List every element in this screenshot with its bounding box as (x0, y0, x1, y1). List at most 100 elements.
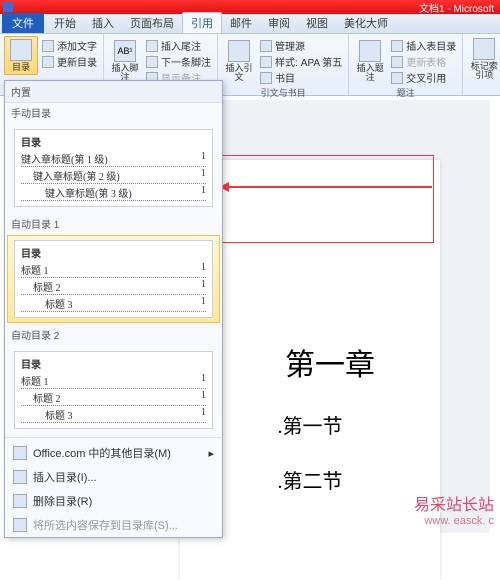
preview-row: 标题 3 (45, 296, 73, 311)
tab-review[interactable]: 审阅 (260, 13, 298, 33)
mark-entry-button[interactable]: 标记索引项 (467, 36, 500, 82)
preview-row: 标题 1 (21, 373, 49, 388)
ribbon-tabs: 文件 开始 插入 页面布局 引用 邮件 审阅 视图 美化大师 (0, 14, 500, 34)
save-icon (13, 518, 27, 532)
toc-option-auto2[interactable]: 目录 标题 1 1 标题 2 1 标题 3 1 (7, 346, 220, 434)
refresh-icon (42, 56, 54, 68)
footnote-ab-icon: AB¹ (114, 40, 136, 62)
preview-heading: 目录 (21, 134, 206, 149)
biblio-icon (260, 72, 272, 84)
next-footnote-button[interactable]: 下一条脚注 (144, 54, 213, 69)
endnote-icon (146, 40, 158, 52)
tab-mailings[interactable]: 邮件 (222, 13, 260, 33)
preview-page: 1 (201, 407, 206, 422)
tab-home[interactable]: 开始 (46, 13, 84, 33)
dropdown-label-auto1: 自动目录 1 (5, 214, 222, 233)
add-text-label: 添加文字 (57, 38, 97, 53)
insert-caption-button[interactable]: 插入题注 (353, 36, 387, 85)
insert-endnote-button[interactable]: 插入尾注 (144, 38, 213, 53)
separator (5, 437, 222, 438)
preview-page: 1 (201, 262, 206, 277)
chapter-heading: 第一章 (285, 340, 375, 384)
style-select[interactable]: 样式:APA 第五 (258, 54, 344, 69)
preview-page: 1 (201, 279, 206, 294)
menu-label: 删除目录(R) (33, 493, 92, 509)
watermark-line1: 易采站长站 (414, 491, 494, 515)
section-1: .第一节 (278, 410, 343, 439)
tab-insert[interactable]: 插入 (84, 13, 122, 33)
watermark-line2: www. easck. c (414, 515, 494, 527)
preview-row: 键入章标题(第 3 级) (45, 185, 132, 200)
update-table-label: 更新表格 (406, 54, 446, 69)
style-prefix: 样式: (275, 54, 298, 69)
tab-view[interactable]: 视图 (298, 13, 336, 33)
insert-citation-button[interactable]: 插入引文 (222, 36, 256, 85)
remove-icon (13, 494, 27, 508)
toc-option-manual[interactable]: 目录 键入章标题(第 1 级)1 键入章标题(第 2 级)1 键入章标题(第 3… (7, 124, 220, 212)
insert-table-figures-button[interactable]: 插入表目录 (389, 38, 458, 53)
preview-row: 标题 3 (45, 407, 73, 422)
insert-citation-label: 插入引文 (222, 64, 256, 82)
title-bar: 文档1 - Microsoft (0, 0, 500, 14)
menu-insert-custom-toc[interactable]: 插入目录(I)... (5, 465, 222, 489)
style-icon (260, 56, 272, 68)
toc-label: 目录 (12, 63, 30, 72)
menu-remove-toc[interactable]: 删除目录(R) (5, 489, 222, 513)
endnote-label: 插入尾注 (161, 38, 201, 53)
preview-auto1: 目录 标题 1 1 标题 2 1 标题 3 1 (14, 240, 213, 318)
group-citations: 插入引文 管理源 样式:APA 第五 书目 引文与书目 (218, 34, 349, 95)
preview-page: 1 (201, 168, 206, 183)
add-text-button[interactable]: 添加文字 (40, 38, 99, 53)
tab-file[interactable]: 文件 (2, 13, 44, 33)
group-label-index: 索引 (467, 82, 500, 96)
biblio-label: 书目 (275, 70, 295, 85)
manage-sources-button[interactable]: 管理源 (258, 38, 344, 53)
toc-icon (10, 39, 32, 61)
annotation-arrow (222, 186, 432, 188)
crossref-icon (391, 72, 403, 84)
tab-layout[interactable]: 页面布局 (122, 13, 182, 33)
tof-label: 插入表目录 (406, 38, 456, 53)
manage-sources-label: 管理源 (275, 38, 305, 53)
cross-reference-button[interactable]: 交叉引用 (389, 70, 458, 85)
mark-entry-label: 标记索引项 (467, 62, 500, 80)
toc-option-auto1[interactable]: 目录 标题 1 1 标题 2 1 标题 3 1 (7, 235, 220, 323)
preview-heading: 目录 (21, 245, 206, 260)
insert-icon (13, 470, 27, 484)
update-toc-button[interactable]: 更新目录 (40, 54, 99, 69)
manage-icon (260, 40, 272, 52)
citation-icon (228, 40, 250, 62)
insert-footnote-button[interactable]: AB¹ 插入脚注 (108, 36, 142, 85)
preview-page: 1 (201, 151, 206, 166)
caption-icon (359, 40, 381, 62)
tab-references[interactable]: 引用 (182, 12, 222, 33)
preview-row: 标题 1 (21, 262, 49, 277)
menu-save-selection: 将所选内容保存到目录库(S)... (5, 513, 222, 537)
preview-row: 标题 2 (33, 279, 61, 294)
dropdown-label-manual: 手动目录 (5, 103, 222, 122)
insert-caption-label: 插入题注 (353, 64, 387, 82)
dropdown-header-builtin: 内置 (5, 81, 222, 103)
bibliography-button[interactable]: 书目 (258, 70, 344, 85)
preview-page: 1 (201, 373, 206, 388)
menu-label: Office.com 中的其他目录(M) (33, 445, 171, 461)
next-icon (146, 56, 158, 68)
toc-button[interactable]: 目录 (4, 36, 38, 75)
preview-row: 标题 2 (33, 390, 61, 405)
watermark: 易采站长站 www. easck. c (414, 491, 494, 527)
preview-page: 1 (201, 390, 206, 405)
mark-entry-icon (473, 38, 495, 60)
group-label-citations: 引文与书目 (222, 85, 344, 99)
tab-beautify[interactable]: 美化大师 (336, 13, 396, 33)
group-label-captions: 题注 (353, 85, 458, 99)
preview-page: 1 (201, 296, 206, 311)
preview-row: 键入章标题(第 2 级) (33, 168, 120, 183)
style-value: APA 第五 (301, 54, 343, 69)
update-table-button[interactable]: 更新表格 (389, 54, 458, 69)
group-index: 标记索引项 插入索引 更新索引 索引 (463, 34, 500, 95)
preview-heading: 目录 (21, 356, 206, 371)
annotation-highlight-box (222, 155, 434, 243)
menu-office-more[interactable]: Office.com 中的其他目录(M)▸ (5, 441, 222, 465)
preview-manual: 目录 键入章标题(第 1 级)1 键入章标题(第 2 级)1 键入章标题(第 3… (14, 129, 213, 207)
next-footnote-label: 下一条脚注 (161, 54, 211, 69)
